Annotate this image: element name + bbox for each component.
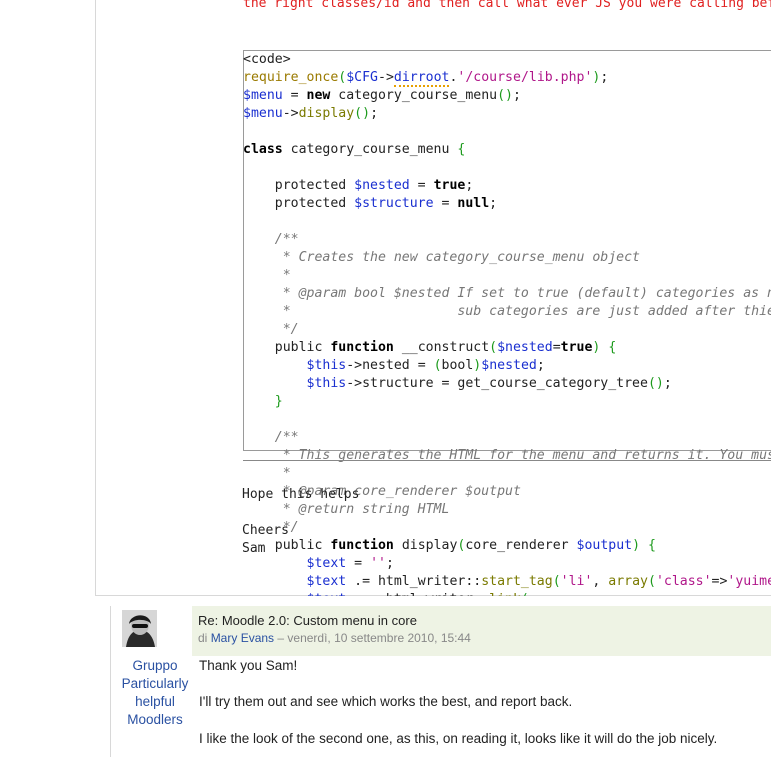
code-line: public function display(core_renderer $o… xyxy=(243,538,656,553)
code-line: protected $nested = true; xyxy=(243,178,474,193)
code-line: * Creates the new category_course_menu o… xyxy=(243,250,640,265)
by-prefix: di xyxy=(198,631,208,645)
code-line: $text = ''; xyxy=(306,556,394,571)
code-line: * @param bool $nested If set to true (de… xyxy=(243,286,771,301)
code-line: } xyxy=(274,394,283,409)
code-line: $this->nested = (bool)$nested; xyxy=(306,358,545,373)
signature-text: Sam xyxy=(242,541,266,556)
code-line: * xyxy=(243,268,291,283)
group-line: helpful xyxy=(135,694,175,709)
group-line: Gruppo xyxy=(132,658,178,673)
cheers-text: Cheers xyxy=(242,523,289,538)
code-line: class category_course_menu { xyxy=(243,142,466,157)
code-line: * This generates the HTML for the menu a… xyxy=(243,448,771,463)
code-line: require_once($CFG->dirroot.'/course/lib.… xyxy=(243,70,609,87)
hope-text: Hope this helps xyxy=(242,487,360,502)
code-line: $this->structure = get_course_category_t… xyxy=(306,376,672,391)
author-link[interactable]: Mary Evans xyxy=(211,631,274,645)
code-block: <code> require_once($CFG->dirroot.'/cour… xyxy=(243,51,771,596)
code-line: /** xyxy=(243,232,299,247)
post-meta: di Mary Evans – venerdì, 10 settembre 20… xyxy=(198,631,471,645)
code-line: */ xyxy=(243,322,299,337)
post-date: – venerdì, 10 settembre 2010, 15:44 xyxy=(277,631,471,645)
post-header: Re: Moodle 2.0: Custom menu in core di M… xyxy=(192,606,771,656)
post-paragraph: Thank you Sam! xyxy=(199,658,298,673)
code-line: * xyxy=(243,466,291,481)
code-line: $text .= html_writer::link( xyxy=(243,591,771,596)
code-line: public function __construct($nested=true… xyxy=(243,340,617,355)
post-paragraph: I'll try them out and see which works th… xyxy=(199,694,573,709)
code-line: * @return string HTML xyxy=(243,502,450,517)
post-paragraph: I like the look of the second one, as th… xyxy=(199,731,718,746)
code-line: $menu = new category_course_menu(); xyxy=(243,88,521,103)
code-line: */ xyxy=(243,520,299,535)
red-message-text: the right classes/id and then call what … xyxy=(243,0,771,11)
group-line: Particularly xyxy=(121,676,189,691)
code-line: * sub categories are just added after th… xyxy=(243,304,771,319)
code-line: $menu->display(); xyxy=(243,106,379,121)
avatar[interactable] xyxy=(122,610,157,647)
code-line: $text .= html_writer::start_tag('li', ar… xyxy=(306,574,771,589)
post-title: Re: Moodle 2.0: Custom menu in core xyxy=(198,613,417,628)
code-line: <code> xyxy=(243,52,291,67)
code-line: /** xyxy=(243,430,299,445)
user-portrait-icon xyxy=(122,610,157,647)
group-line: Moodlers xyxy=(127,712,183,727)
left-sidebar-column xyxy=(0,0,96,596)
overlap-rule xyxy=(243,460,771,461)
code-line: protected $structure = null; xyxy=(243,196,498,211)
group-link[interactable]: Gruppo Particularly helpful Moodlers xyxy=(118,657,192,729)
